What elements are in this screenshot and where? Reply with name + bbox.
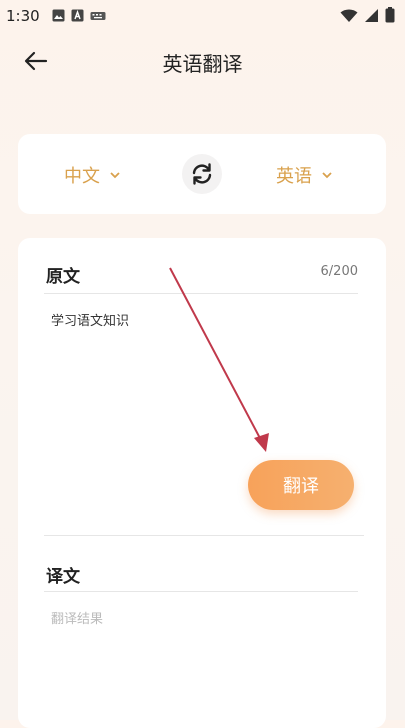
char-count: 6/200	[320, 264, 358, 279]
translate-button[interactable]: 翻译	[248, 460, 354, 510]
wifi-icon	[340, 9, 358, 22]
source-language-label: 中文	[64, 166, 100, 187]
section-divider	[44, 535, 364, 536]
chevron-down-icon	[110, 172, 120, 179]
result-label: 译文	[46, 567, 80, 587]
signal-icon	[365, 8, 378, 22]
swap-languages-button[interactable]	[182, 154, 222, 194]
source-label: 原文	[46, 267, 80, 287]
chevron-down-icon	[322, 172, 332, 179]
a-icon	[71, 9, 84, 22]
status-bar: 1:30	[0, 0, 405, 32]
target-language-label: 英语	[276, 166, 312, 187]
header: 英语翻译	[0, 36, 405, 86]
status-time: 1:30	[6, 7, 40, 25]
language-selector-card: 中文 英语	[18, 134, 386, 214]
source-divider	[44, 293, 358, 294]
source-text-input[interactable]: 学习语文知识	[51, 310, 129, 329]
page-title: 英语翻译	[162, 52, 243, 76]
source-language-select[interactable]: 中文	[64, 162, 120, 188]
swap-icon	[192, 163, 212, 185]
system-icons	[340, 7, 395, 23]
target-language-select[interactable]: 英语	[276, 162, 332, 188]
result-divider	[44, 591, 358, 592]
keyboard-icon	[90, 12, 106, 20]
result-output: 翻译结果	[51, 612, 104, 627]
translation-card: 原文 6/200 学习语文知识 翻译 译文 翻译结果	[18, 238, 386, 728]
image-icon	[52, 9, 65, 22]
battery-icon	[385, 7, 395, 23]
notification-icons	[52, 9, 106, 22]
